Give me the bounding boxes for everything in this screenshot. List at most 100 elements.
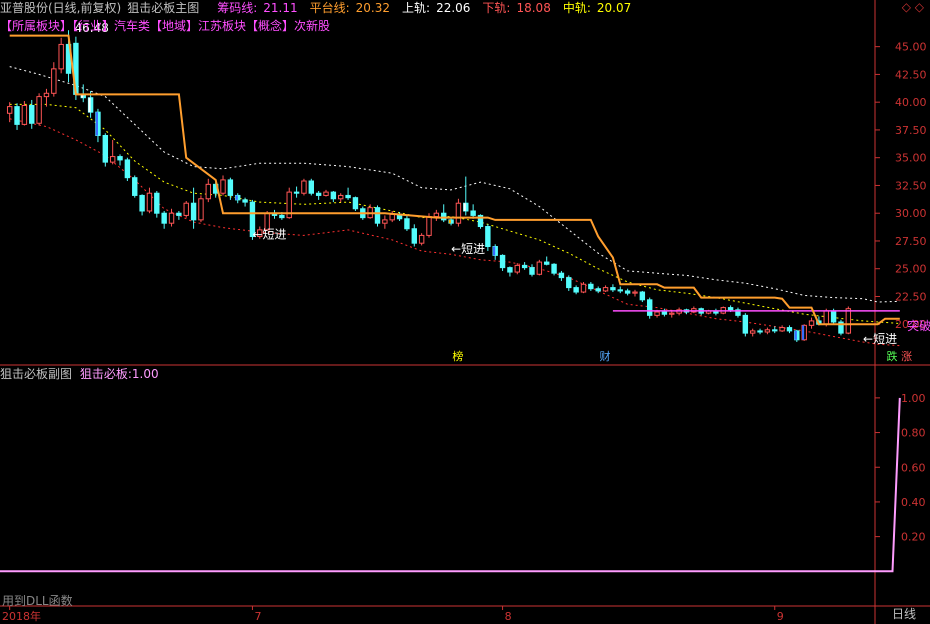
candle-body[interactable]: [132, 177, 138, 196]
candle-body[interactable]: [845, 308, 852, 334]
candle-body[interactable]: [588, 283, 594, 290]
candle-body[interactable]: [6, 106, 13, 114]
candle-body[interactable]: [124, 159, 131, 179]
main-y-tick-label: 35.00: [895, 152, 927, 165]
candle-body[interactable]: [610, 287, 616, 291]
candle-body[interactable]: [293, 191, 300, 194]
candle-body[interactable]: [29, 105, 35, 124]
candle-body[interactable]: [404, 218, 410, 230]
sub-y-tick-label: 1.00: [901, 392, 926, 405]
candle-body[interactable]: [338, 194, 344, 200]
candle-body[interactable]: [374, 207, 381, 224]
candle-body[interactable]: [183, 202, 189, 216]
lower-band-value: 18.08: [516, 1, 551, 15]
candle-body[interactable]: [742, 314, 749, 334]
candle-body[interactable]: [573, 287, 579, 293]
candle-body[interactable]: [507, 267, 513, 273]
candle-body[interactable]: [330, 191, 337, 200]
candle-body[interactable]: [382, 219, 388, 224]
stock-title[interactable]: 亚普股份(日线,前复权): [0, 1, 121, 15]
candle-body[interactable]: [757, 330, 763, 333]
candle-body[interactable]: [558, 272, 565, 279]
candle-body[interactable]: [485, 226, 491, 248]
candle-body[interactable]: [198, 198, 204, 221]
candle-body[interactable]: [654, 311, 660, 316]
candle-body[interactable]: [36, 96, 42, 124]
main-y-tick-label: 25.00: [895, 263, 927, 276]
candle-body[interactable]: [632, 291, 638, 294]
signal-blue-bar: [235, 195, 238, 200]
candle-body[interactable]: [624, 290, 631, 294]
candle-body[interactable]: [190, 202, 197, 221]
candle-body[interactable]: [154, 192, 160, 214]
candle-body[interactable]: [566, 277, 572, 289]
candle-body[interactable]: [161, 212, 167, 224]
candle-body[interactable]: [146, 192, 153, 212]
candle-body[interactable]: [109, 156, 116, 163]
sub-indicator-title[interactable]: 狙击必板副图: [0, 367, 72, 381]
candle-body[interactable]: [426, 216, 432, 236]
candle-body[interactable]: [617, 289, 623, 292]
main-indicator-name[interactable]: 狙击必板主图: [127, 1, 199, 15]
candle-body[interactable]: [176, 212, 182, 216]
x-tick-label: 8: [505, 610, 512, 623]
candle-body[interactable]: [830, 310, 837, 323]
candle-body[interactable]: [764, 329, 771, 333]
candle-body[interactable]: [308, 180, 315, 194]
candle-body[interactable]: [205, 183, 212, 200]
candle-body[interactable]: [352, 197, 359, 210]
candle-body[interactable]: [345, 194, 351, 199]
candle-body[interactable]: [102, 134, 109, 163]
candle-body[interactable]: [786, 327, 793, 332]
candle-body[interactable]: [529, 267, 535, 275]
candle-body[interactable]: [389, 213, 395, 221]
candle-body[interactable]: [43, 92, 50, 98]
main-y-tick-label: 27.50: [895, 235, 927, 248]
candle-body[interactable]: [779, 327, 785, 332]
candle-body[interactable]: [168, 212, 175, 224]
candle-body[interactable]: [51, 68, 57, 94]
candle-body[interactable]: [279, 214, 285, 219]
event-event_zhang: 涨: [901, 350, 912, 363]
candle-body[interactable]: [117, 156, 123, 161]
chip-line-value: 21.11: [263, 1, 298, 15]
candle-body[interactable]: [242, 199, 248, 203]
candle-body[interactable]: [823, 310, 829, 325]
candle-body[interactable]: [772, 329, 778, 332]
candle-body[interactable]: [220, 179, 226, 194]
chart-canvas[interactable]: 20.0022.5025.0027.5030.0032.5035.0037.50…: [0, 0, 930, 624]
candle-body[interactable]: [139, 194, 145, 212]
candle-body[interactable]: [808, 320, 815, 326]
candle-body[interactable]: [669, 312, 675, 315]
candle-body[interactable]: [315, 192, 322, 196]
candle-body[interactable]: [21, 105, 28, 125]
candle-body[interactable]: [661, 311, 668, 315]
candle-body[interactable]: [470, 210, 476, 216]
candle-body[interactable]: [521, 264, 528, 269]
candle-body[interactable]: [441, 212, 447, 221]
candle-body[interactable]: [411, 228, 417, 244]
candle-body[interactable]: [418, 234, 425, 244]
candle-body[interactable]: [323, 191, 329, 196]
diamond-icon[interactable]: ◇ ◇: [902, 0, 924, 14]
candle-body[interactable]: [595, 288, 601, 292]
candle-body[interactable]: [551, 263, 557, 274]
candle-body[interactable]: [58, 43, 64, 70]
dll-watermark: 用到DLL函数: [2, 594, 73, 608]
candle-body[interactable]: [543, 261, 550, 265]
candle-body[interactable]: [639, 291, 646, 301]
candle-body[interactable]: [499, 254, 506, 269]
candle-body[interactable]: [536, 261, 543, 275]
candle-body[interactable]: [455, 202, 462, 224]
candle-body[interactable]: [514, 264, 520, 273]
candle-body[interactable]: [227, 179, 234, 196]
candle-body[interactable]: [727, 307, 734, 311]
candle-body[interactable]: [580, 283, 587, 293]
candle-body[interactable]: [749, 330, 756, 334]
candle-body[interactable]: [602, 287, 609, 292]
candle-body[interactable]: [14, 106, 20, 125]
candle-body[interactable]: [433, 212, 440, 218]
candle-body[interactable]: [301, 180, 307, 194]
candle-body[interactable]: [646, 299, 653, 316]
period-label[interactable]: 日线: [892, 605, 916, 622]
